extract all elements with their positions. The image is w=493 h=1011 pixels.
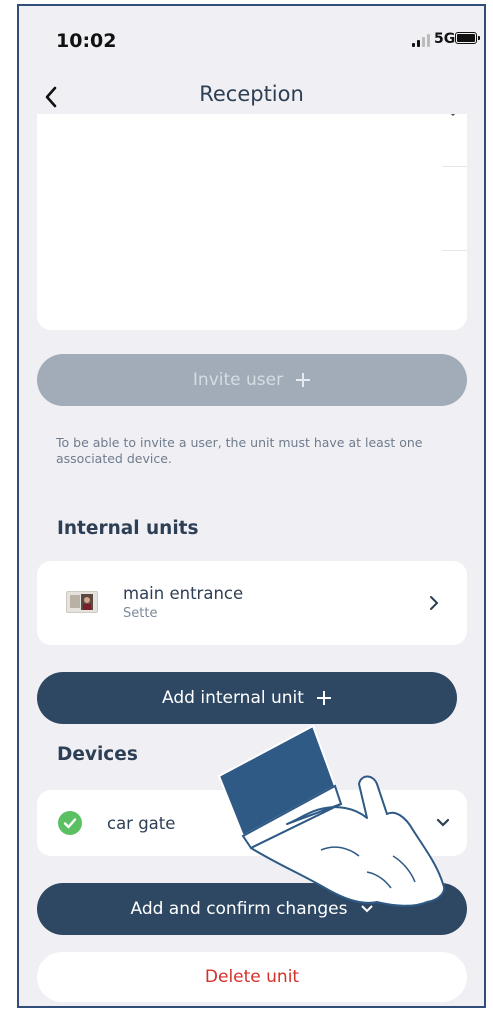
devices-heading: Devices — [57, 744, 138, 765]
internal-unit-name: main entrance — [123, 584, 244, 603]
add-internal-unit-label: Add internal unit — [162, 688, 304, 708]
page-title: Reception — [199, 82, 304, 106]
internal-units-heading: Internal units — [57, 518, 199, 539]
add-internal-unit-button[interactable]: Add internal unit — [37, 672, 457, 724]
chevron-down-icon — [450, 114, 456, 117]
delete-unit-button[interactable]: Delete unit — [37, 952, 467, 1002]
plus-icon — [296, 373, 311, 387]
divider — [442, 166, 467, 167]
users-card: —— —————————— — [37, 114, 467, 330]
plus-icon — [316, 691, 331, 705]
internal-unit-model: Sette — [123, 606, 158, 621]
invite-note: To be able to invite a user, the unit mu… — [56, 435, 423, 466]
status-bar: 10:02 5G — [19, 6, 484, 78]
invite-user-label: Invite user — [192, 370, 284, 390]
status-time: 10:02 — [56, 30, 117, 52]
intercom-thumbnail-icon — [66, 591, 98, 613]
delete-unit-label: Delete unit — [204, 967, 300, 987]
check-circle-icon — [58, 811, 82, 835]
chevron-right-icon — [430, 596, 439, 610]
invite-user-button[interactable]: Invite user — [37, 354, 467, 406]
network-type: 5G — [434, 31, 456, 47]
phone-screen: 10:02 5G Reception —— —————————— Invite … — [17, 4, 486, 1008]
battery-icon — [455, 32, 480, 44]
signal-icon — [412, 33, 430, 47]
internal-unit-item[interactable]: main entrance Sette — [37, 561, 467, 645]
divider — [442, 250, 467, 251]
device-name: car gate — [107, 814, 176, 833]
cut-off-list-item: —— —————————— — [51, 114, 211, 120]
pointing-hand-icon — [217, 724, 445, 907]
